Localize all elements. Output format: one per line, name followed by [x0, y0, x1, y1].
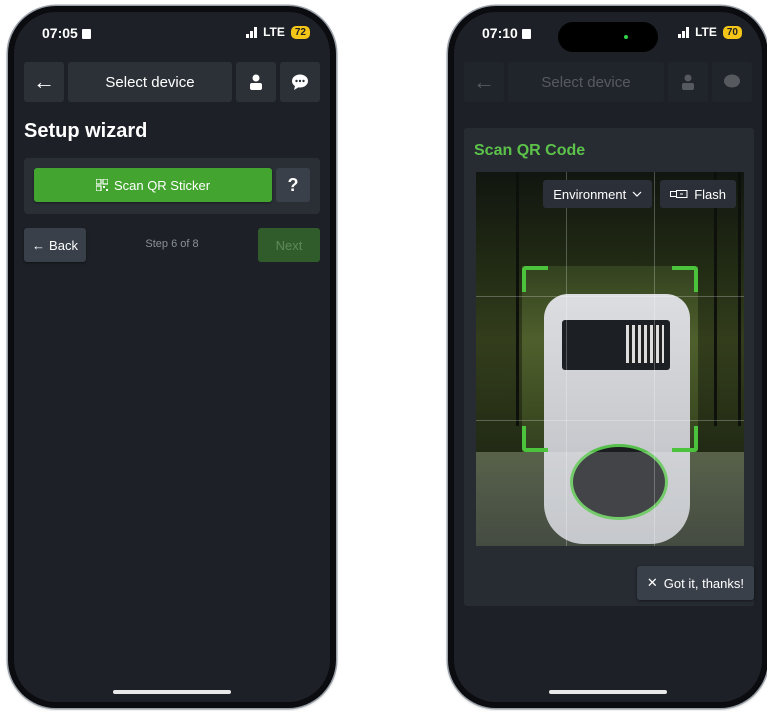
chat-button[interactable] [280, 62, 320, 102]
chat-button[interactable] [712, 62, 752, 102]
screen-left: 07:05 LTE 72 ← Select device Setup wizar… [14, 12, 330, 702]
chat-bubble-icon [724, 74, 740, 88]
status-time: 07:05 [42, 25, 91, 41]
signal-icon [678, 26, 690, 38]
select-device-button[interactable]: Select device [68, 62, 232, 102]
flash-label: Flash [694, 186, 726, 202]
user-button[interactable] [668, 62, 708, 102]
scan-corner-icon [672, 266, 698, 292]
home-indicator [549, 690, 667, 694]
screen-right: 07:10 LTE 70 ← Select device Scan QR Cod… [454, 12, 762, 702]
close-icon: ✕ [646, 575, 658, 590]
arrow-left-icon: ← [473, 69, 495, 94]
camera-select[interactable]: Environment [543, 180, 653, 208]
scan-region-overlay [476, 172, 744, 546]
user-icon [682, 74, 694, 90]
scan-corner-icon [522, 426, 548, 452]
phone-left: 07:05 LTE 72 ← Select device Setup wizar… [8, 6, 336, 708]
home-indicator [113, 690, 231, 694]
scan-card: Scan QR Sticker ? [24, 158, 320, 214]
user-button[interactable] [236, 62, 276, 102]
network-label: LTE [263, 25, 285, 39]
user-icon [250, 74, 262, 90]
camera-controls: Environment Flash [543, 180, 736, 208]
dynamic-island [558, 22, 658, 52]
got-it-button[interactable]: ✕ Got it, thanks! [636, 566, 754, 600]
back-arrow-button[interactable]: ← [24, 62, 64, 102]
status-time: 07:10 [482, 25, 531, 41]
modal-title: Scan QR Code [474, 142, 586, 159]
page-title: Setup wizard [24, 120, 148, 142]
signal-icon [246, 26, 258, 38]
flash-toggle[interactable]: Flash [660, 180, 736, 208]
chat-bubble-icon [292, 74, 308, 90]
scan-corner-icon [672, 426, 698, 452]
battery-badge: 72 [290, 25, 310, 39]
sim-icon [521, 29, 531, 39]
network-label: LTE [695, 25, 717, 39]
sim-icon [81, 29, 91, 39]
scan-corner-icon [522, 266, 548, 292]
scan-qr-label: Scan QR Sticker [113, 177, 211, 193]
battery-badge: 70 [722, 25, 742, 39]
qr-code-icon [95, 179, 108, 191]
got-it-label: Got it, thanks! [663, 575, 744, 591]
select-device-button[interactable]: Select device [508, 62, 664, 102]
qr-scan-modal: Scan QR Code Environment Flash ✕ Got it,… [464, 128, 754, 606]
back-arrow-button[interactable]: ← [464, 62, 504, 102]
top-bar: ← Select device [24, 62, 320, 102]
help-button[interactable]: ? [276, 168, 310, 202]
flashlight-icon [670, 190, 688, 198]
arrow-left-icon: ← [33, 69, 55, 94]
camera-select-value: Environment [553, 186, 627, 202]
top-bar: ← Select device [464, 62, 752, 102]
next-button[interactable]: Next [258, 228, 320, 262]
scan-qr-button[interactable]: Scan QR Sticker [34, 168, 272, 202]
camera-viewfinder[interactable]: Environment Flash [476, 172, 744, 546]
wizard-nav: ← Back Step 6 of 8 Next [24, 228, 320, 262]
status-bar: 07:05 LTE 72 [14, 24, 330, 46]
camera-indicator-icon [624, 35, 628, 39]
chevron-down-icon [632, 191, 642, 197]
phone-right: 07:10 LTE 70 ← Select device Scan QR Cod… [448, 6, 767, 708]
